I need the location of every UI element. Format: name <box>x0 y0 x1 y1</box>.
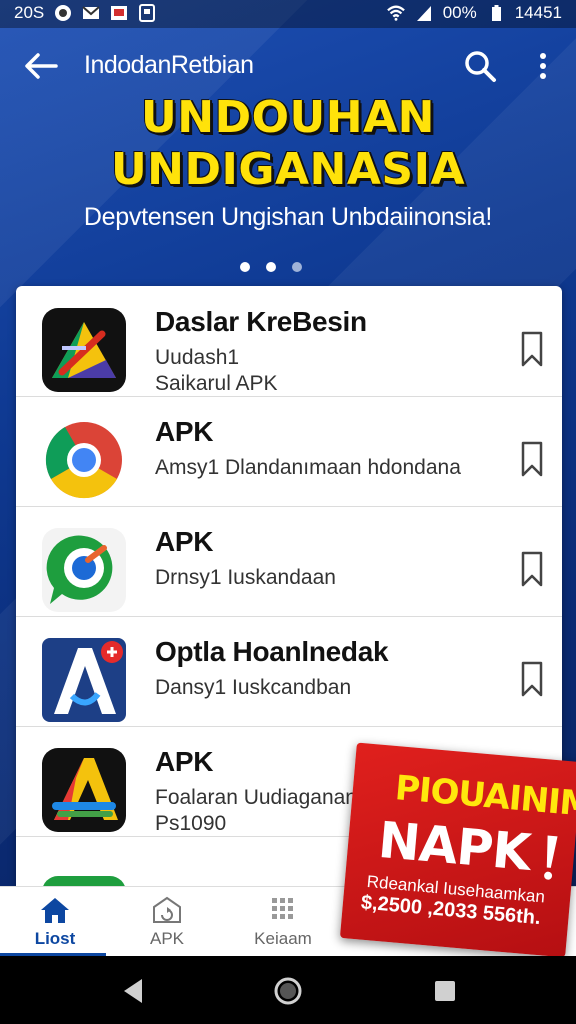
bookmark-icon[interactable] <box>518 330 546 368</box>
bookmark-icon[interactable] <box>518 550 546 588</box>
bookmark-icon[interactable] <box>518 440 546 478</box>
news-icon <box>111 6 128 20</box>
home-circle-icon[interactable] <box>271 974 305 1008</box>
carousel-dot-1[interactable] <box>240 262 250 272</box>
app-list-item[interactable]: APK Amsy1 Dlandanımaan hdondana <box>16 396 562 507</box>
search-icon[interactable] <box>462 48 498 84</box>
notification-icon <box>55 5 72 21</box>
wifi-icon <box>386 5 405 21</box>
app-bar-title: IndodanRetbian <box>84 51 254 79</box>
hero-title-line2: UNDIGANASIA <box>110 144 466 195</box>
status-time-left: 20S <box>14 3 45 22</box>
app-subtitle: Uudash1 <box>155 346 240 369</box>
nav-label-list: Liost <box>34 929 76 948</box>
drive-app-icon <box>42 308 126 392</box>
app-subtitle: Drnsy1 Iuskandaan <box>155 566 336 589</box>
carousel-dot-3[interactable] <box>292 262 302 272</box>
app-list-item[interactable]: Daslar KreBesin Uudash1 Saikarul APK <box>16 286 562 397</box>
app-bar: IndodanRetbian <box>0 36 576 96</box>
app-detail: Ps1090 <box>155 812 227 835</box>
app-name: APK <box>155 526 214 557</box>
tablet-icon <box>139 4 156 22</box>
app-subtitle: Dansy1 Iuskcandban <box>155 676 352 699</box>
carousel-dots[interactable] <box>240 262 302 272</box>
app-list-item[interactable]: Optla Hoanlnedak Dansy1 Iuskcandban <box>16 616 562 727</box>
nav-label-keiaam: Keiaam <box>254 929 312 948</box>
carousel-dot-2[interactable] <box>266 262 276 272</box>
status-time-right: 14451 <box>514 3 562 22</box>
app-name: Optla Hoanlnedak <box>155 636 389 667</box>
status-bar: 20S 00% 14451 <box>0 0 576 28</box>
app-subtitle: Foalaran Uudiaganan <box>155 786 357 809</box>
grid-icon <box>272 898 293 919</box>
letter-a-app-icon <box>42 638 126 722</box>
hero-title-line1: UNDOUHAN <box>141 92 435 143</box>
hero-title: UNDOUHAN UNDIGANASIA <box>0 92 576 196</box>
nav-label-apk: APK <box>149 929 185 948</box>
bookmark-icon[interactable] <box>518 660 546 698</box>
back-arrow-icon[interactable] <box>22 48 62 84</box>
app-name: APK <box>155 746 214 777</box>
system-nav-bar <box>0 956 576 1024</box>
app-list-item[interactable]: APK Drnsy1 Iuskandaan <box>16 506 562 617</box>
app-subtitle: Amsy1 Dlandanımaan hdondana <box>155 456 461 479</box>
battery-icon <box>491 5 501 21</box>
nav-item-apk[interactable]: APK <box>112 895 222 949</box>
chat-app-icon <box>42 528 126 612</box>
mail-icon <box>82 6 100 19</box>
nav-item-list[interactable]: Liost <box>0 895 110 949</box>
back-triangle-icon[interactable] <box>116 974 150 1008</box>
exclamation-icon <box>544 835 558 880</box>
hero-subtitle: Depvtensen Ungishan Unbdaiinonsia! <box>83 203 493 231</box>
home-icon <box>41 898 69 923</box>
triangle-app-icon <box>42 748 126 832</box>
recents-square-icon[interactable] <box>428 974 462 1008</box>
promo-big-text: NAPK <box>376 810 533 882</box>
app-name: Daslar KreBesin <box>155 306 367 337</box>
signal-icon <box>416 6 431 21</box>
app-detail: Saikarul APK <box>155 372 278 395</box>
nav-item-keiaam[interactable]: Keiaam <box>228 895 338 949</box>
battery-percent: 00% <box>442 3 477 22</box>
app-name: APK <box>155 416 214 447</box>
chrome-app-icon <box>42 418 126 502</box>
apk-package-icon <box>153 896 181 923</box>
more-vert-icon[interactable] <box>528 48 558 84</box>
promo-banner[interactable]: PIOUAINIM NAPK Rdeankal Iusehaamkan $,25… <box>339 742 576 958</box>
